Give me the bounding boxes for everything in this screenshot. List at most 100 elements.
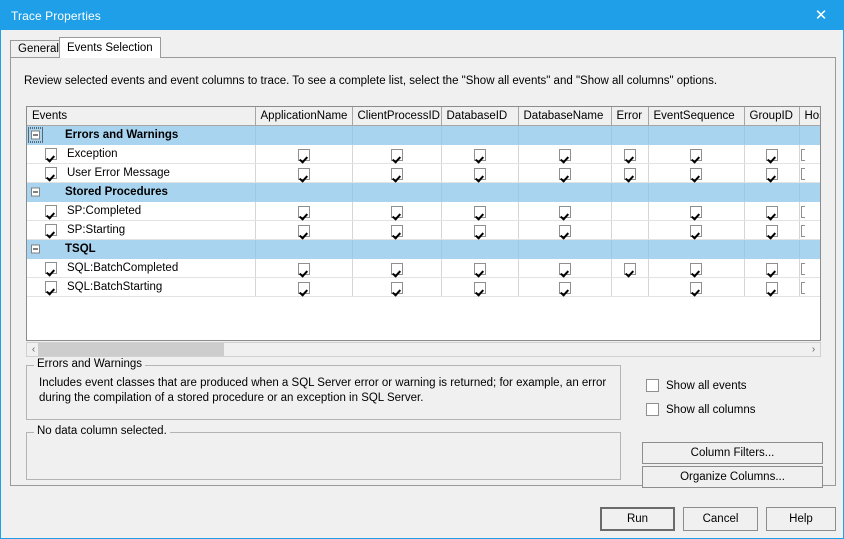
grid-cell[interactable] bbox=[441, 258, 518, 277]
column-checkbox[interactable] bbox=[474, 206, 486, 218]
event-enabled-checkbox[interactable] bbox=[45, 148, 57, 160]
grid-cell[interactable] bbox=[744, 201, 799, 220]
column-checkbox[interactable] bbox=[391, 282, 403, 294]
grid-cell[interactable] bbox=[352, 220, 441, 239]
run-button[interactable]: Run bbox=[600, 507, 675, 531]
column-header-databasename[interactable]: DatabaseName bbox=[518, 107, 611, 125]
grid-cell[interactable] bbox=[352, 163, 441, 182]
column-checkbox[interactable] bbox=[474, 149, 486, 161]
event-name-cell[interactable]: SQL:BatchStarting bbox=[27, 277, 255, 296]
event-group-row[interactable]: Errors and Warnings bbox=[27, 125, 821, 144]
event-row[interactable]: SQL:BatchStarting bbox=[27, 277, 821, 296]
event-group-row[interactable]: TSQL bbox=[27, 239, 821, 258]
grid-cell[interactable] bbox=[799, 258, 821, 277]
column-checkbox[interactable] bbox=[766, 282, 778, 294]
event-group-cell[interactable]: Stored Procedures bbox=[27, 182, 255, 201]
column-checkbox[interactable] bbox=[559, 168, 571, 180]
event-group-cell[interactable]: TSQL bbox=[27, 239, 255, 258]
event-group-row[interactable]: Stored Procedures bbox=[27, 182, 821, 201]
column-checkbox[interactable] bbox=[391, 225, 403, 237]
column-checkbox[interactable] bbox=[801, 149, 805, 161]
column-checkbox[interactable] bbox=[559, 149, 571, 161]
column-checkbox[interactable] bbox=[474, 282, 486, 294]
grid-cell[interactable] bbox=[255, 277, 352, 296]
column-checkbox[interactable] bbox=[801, 225, 805, 237]
column-checkbox[interactable] bbox=[801, 206, 805, 218]
column-header-clientprocessid[interactable]: ClientProcessID bbox=[352, 107, 441, 125]
grid-cell[interactable] bbox=[441, 163, 518, 182]
event-enabled-checkbox[interactable] bbox=[45, 167, 57, 179]
grid-cell[interactable] bbox=[255, 201, 352, 220]
grid-cell[interactable] bbox=[611, 277, 648, 296]
column-checkbox[interactable] bbox=[624, 149, 636, 161]
grid-cell[interactable] bbox=[648, 277, 744, 296]
grid-cell[interactable] bbox=[648, 144, 744, 163]
grid-cell[interactable] bbox=[744, 163, 799, 182]
column-header-eventsequence[interactable]: EventSequence bbox=[648, 107, 744, 125]
grid-cell[interactable] bbox=[648, 220, 744, 239]
grid-cell[interactable] bbox=[441, 144, 518, 163]
show-all-columns-checkbox[interactable] bbox=[646, 403, 659, 416]
column-header-databaseid[interactable]: DatabaseID bbox=[441, 107, 518, 125]
show-all-events-row[interactable]: Show all events bbox=[646, 379, 747, 392]
grid-cell[interactable] bbox=[352, 201, 441, 220]
column-filters-button[interactable]: Column Filters... bbox=[642, 442, 823, 464]
column-checkbox[interactable] bbox=[298, 263, 310, 275]
grid-cell[interactable] bbox=[648, 163, 744, 182]
column-checkbox[interactable] bbox=[298, 282, 310, 294]
grid-cell[interactable] bbox=[611, 144, 648, 163]
column-header-applicationname[interactable]: ApplicationName bbox=[255, 107, 352, 125]
event-enabled-checkbox[interactable] bbox=[45, 224, 57, 236]
collapse-icon[interactable] bbox=[31, 187, 40, 196]
column-checkbox[interactable] bbox=[766, 168, 778, 180]
grid-cell[interactable] bbox=[255, 144, 352, 163]
event-row[interactable]: Exception bbox=[27, 144, 821, 163]
cancel-button[interactable]: Cancel bbox=[683, 507, 758, 531]
show-all-events-checkbox[interactable] bbox=[646, 379, 659, 392]
grid-cell[interactable] bbox=[648, 201, 744, 220]
grid-cell[interactable] bbox=[744, 277, 799, 296]
column-checkbox[interactable] bbox=[391, 168, 403, 180]
close-icon[interactable]: ✕ bbox=[799, 1, 843, 30]
column-checkbox[interactable] bbox=[690, 225, 702, 237]
column-checkbox[interactable] bbox=[474, 263, 486, 275]
column-checkbox[interactable] bbox=[559, 206, 571, 218]
events-grid[interactable]: Events ApplicationName ClientProcessID D… bbox=[26, 106, 821, 341]
column-checkbox[interactable] bbox=[559, 263, 571, 275]
column-checkbox[interactable] bbox=[391, 263, 403, 275]
grid-cell[interactable] bbox=[799, 163, 821, 182]
grid-cell[interactable] bbox=[441, 201, 518, 220]
column-checkbox[interactable] bbox=[624, 263, 636, 275]
grid-cell[interactable] bbox=[255, 220, 352, 239]
column-checkbox[interactable] bbox=[766, 263, 778, 275]
grid-cell[interactable] bbox=[255, 163, 352, 182]
column-checkbox[interactable] bbox=[298, 149, 310, 161]
tab-events-selection[interactable]: Events Selection bbox=[59, 37, 161, 58]
event-row[interactable]: User Error Message bbox=[27, 163, 821, 182]
column-checkbox[interactable] bbox=[298, 168, 310, 180]
grid-cell[interactable] bbox=[799, 144, 821, 163]
column-checkbox[interactable] bbox=[690, 263, 702, 275]
event-group-cell[interactable]: Errors and Warnings bbox=[27, 125, 255, 144]
grid-cell[interactable] bbox=[744, 144, 799, 163]
grid-cell[interactable] bbox=[352, 277, 441, 296]
event-name-cell[interactable]: SP:Completed bbox=[27, 201, 255, 220]
column-checkbox[interactable] bbox=[801, 263, 805, 275]
scroll-right-icon[interactable]: › bbox=[807, 343, 820, 356]
grid-cell[interactable] bbox=[352, 258, 441, 277]
column-checkbox[interactable] bbox=[559, 225, 571, 237]
event-name-cell[interactable]: SQL:BatchCompleted bbox=[27, 258, 255, 277]
column-checkbox[interactable] bbox=[624, 168, 636, 180]
grid-cell[interactable] bbox=[518, 144, 611, 163]
grid-cell[interactable] bbox=[648, 258, 744, 277]
scrollbar-thumb[interactable] bbox=[38, 343, 224, 356]
column-checkbox[interactable] bbox=[391, 206, 403, 218]
column-header-host[interactable]: Host bbox=[799, 107, 821, 125]
grid-horizontal-scrollbar[interactable]: ‹ › bbox=[26, 342, 821, 357]
grid-cell[interactable] bbox=[255, 258, 352, 277]
column-header-groupid[interactable]: GroupID bbox=[744, 107, 799, 125]
show-all-columns-row[interactable]: Show all columns bbox=[646, 403, 755, 416]
help-button[interactable]: Help bbox=[766, 507, 836, 531]
column-checkbox[interactable] bbox=[801, 282, 805, 294]
grid-cell[interactable] bbox=[518, 220, 611, 239]
